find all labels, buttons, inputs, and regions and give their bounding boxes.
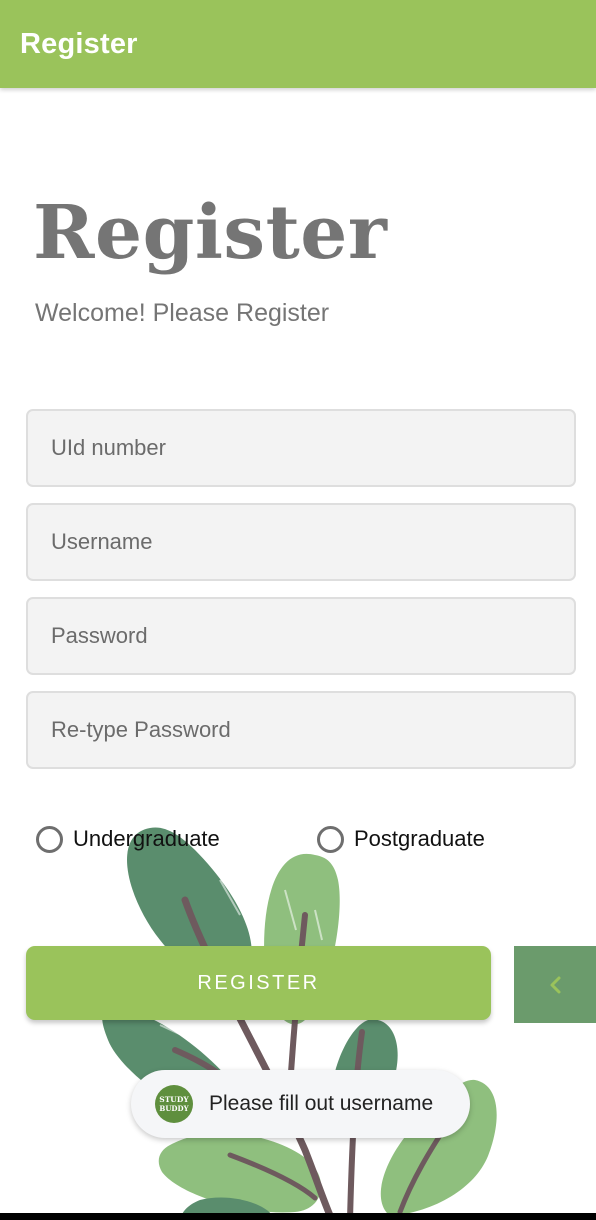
undergraduate-radio[interactable]: Undergraduate — [36, 822, 220, 856]
password-input[interactable] — [28, 599, 574, 673]
postgraduate-label: Postgraduate — [354, 826, 485, 851]
uid-input[interactable] — [28, 411, 574, 485]
study-buddy-logo-mark: STUDY BUDDY — [159, 1095, 189, 1113]
register-button-label: REGISTER — [197, 971, 320, 994]
system-nav-bar — [0, 1213, 596, 1220]
username-input[interactable] — [28, 505, 574, 579]
logo-line-2: BUDDY — [159, 1104, 189, 1113]
plant-illustration — [102, 827, 497, 1220]
username-field — [26, 503, 576, 581]
logo-line-1: STUDY — [159, 1095, 189, 1104]
radio-circle[interactable] — [317, 825, 344, 853]
register-button[interactable]: REGISTER — [26, 946, 491, 1020]
radio-circle[interactable] — [36, 825, 63, 853]
study-buddy-logo: STUDY BUDDY — [155, 1085, 193, 1123]
toast: STUDY BUDDY Please fill out username — [131, 1070, 470, 1138]
page-heading: Register — [33, 190, 388, 276]
app-bar: Register — [0, 0, 596, 88]
app-bar-title: Register — [20, 28, 138, 60]
password-field — [26, 597, 576, 675]
chevron-left-icon — [550, 976, 561, 993]
uid-field — [26, 409, 576, 487]
register-screen: Register Register Welcome! Please Regist… — [0, 0, 596, 1220]
toast-message: Please fill out username — [209, 1092, 434, 1115]
retype-password-field — [26, 691, 576, 769]
undergraduate-label: Undergraduate — [73, 826, 220, 851]
postgraduate-radio[interactable]: Postgraduate — [317, 822, 485, 856]
back-tab[interactable] — [514, 946, 596, 1023]
page-subtitle: Welcome! Please Register — [35, 299, 330, 327]
retype-password-input[interactable] — [28, 693, 574, 767]
